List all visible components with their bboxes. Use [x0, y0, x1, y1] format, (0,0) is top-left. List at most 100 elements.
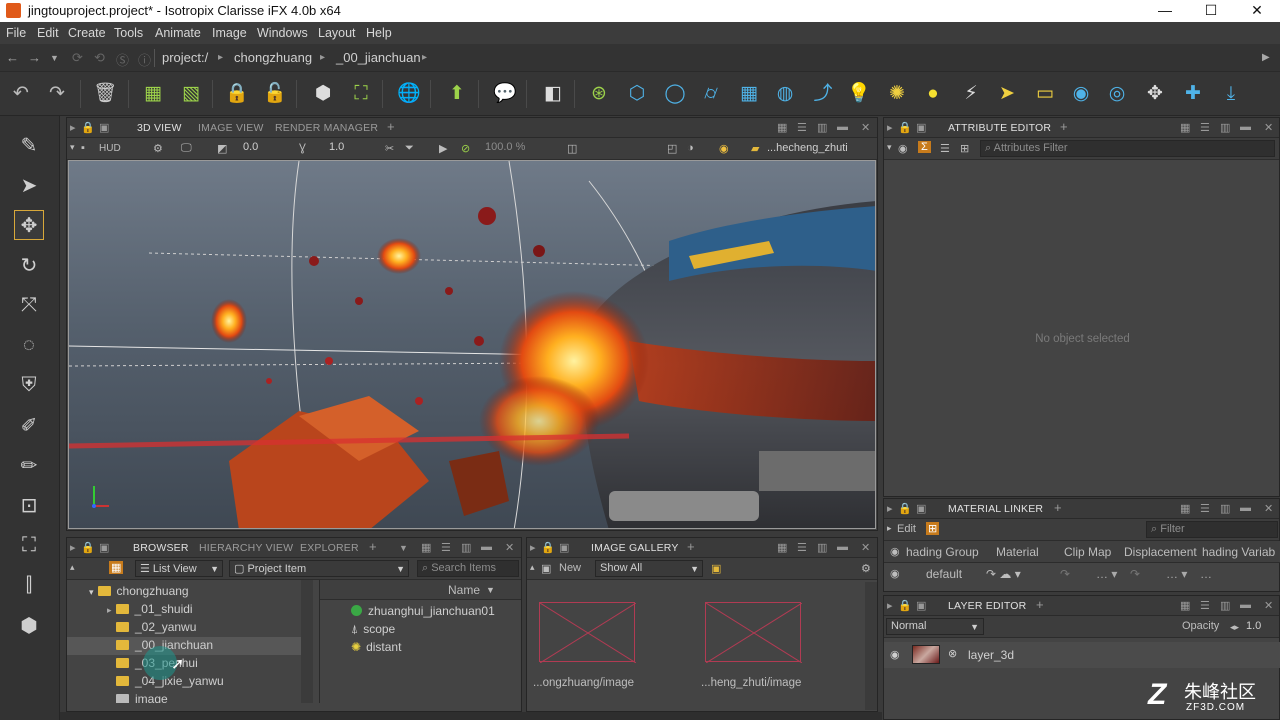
cube-icon[interactable]: ⬢	[310, 81, 336, 107]
hud-label[interactable]: HUD	[99, 143, 121, 154]
panel-close-icon[interactable]: ✕	[1264, 121, 1273, 134]
panel-menu-icon[interactable]: ▸	[887, 502, 893, 515]
eyedropper-icon[interactable]: ✎	[14, 130, 44, 160]
panel-close-icon[interactable]: ✕	[505, 541, 514, 554]
add-tab-button[interactable]: +	[387, 119, 395, 134]
skylight-icon[interactable]: ◎	[1104, 81, 1130, 107]
panel-close-icon[interactable]: ✕	[1264, 599, 1273, 612]
sort-chevron-icon[interactable]: ▼	[486, 585, 495, 595]
tab-3d-view[interactable]: 3D VIEW	[137, 122, 182, 134]
select-arrow-icon[interactable]: ➤	[14, 170, 44, 200]
panel-menu-icon[interactable]: ▸	[887, 599, 893, 612]
ungroup-icon[interactable]: ▧	[178, 81, 204, 107]
breadcrumb-chongzhuang[interactable]: chongzhuang	[234, 50, 312, 65]
box-primitive-icon[interactable]: ⬡	[624, 81, 650, 107]
comment-icon[interactable]: 💬	[492, 81, 518, 107]
group-icon[interactable]: ▦	[140, 81, 166, 107]
column-shading-variable[interactable]: hading Variab	[1202, 545, 1275, 559]
layout-maximize-icon[interactable]: ▬	[837, 541, 848, 553]
visibility-icon[interactable]: ◉	[898, 142, 908, 155]
new-image-icon[interactable]: ▣	[541, 562, 551, 575]
blend-mode-select[interactable]: Normal ▼	[886, 618, 984, 635]
layout-columns-icon[interactable]: ▥	[1220, 599, 1230, 612]
layout-columns-icon[interactable]: ▥	[817, 541, 827, 554]
snapshot-icon[interactable]: ◫	[567, 142, 577, 155]
material-link-icon[interactable]: ↷ ☁ ▾	[986, 567, 1021, 581]
layout-columns-icon[interactable]: ▥	[461, 541, 471, 554]
disable-icon[interactable]: ⊘	[461, 142, 470, 155]
stamp-tool-icon[interactable]: ⛨	[14, 370, 44, 400]
linker-menu-icon[interactable]: ▸	[887, 523, 892, 534]
menu-edit[interactable]: Edit	[37, 26, 59, 40]
displacement-link-icon[interactable]: ↷	[1130, 567, 1140, 581]
layout-maximize-icon[interactable]: ▬	[1240, 599, 1251, 611]
add-tab-button[interactable]: +	[1036, 597, 1044, 612]
browser-context-icon[interactable]: ▦	[109, 561, 124, 574]
column-shading-group[interactable]: hading Group	[906, 545, 979, 559]
add-tab-button[interactable]: +	[687, 539, 695, 554]
fit-view-icon[interactable]: ⛶	[14, 530, 44, 560]
gallery-thumbnail[interactable]	[539, 602, 636, 663]
view-mode-select[interactable]: ☰ List View ▼	[135, 560, 223, 577]
panel-lock-icon[interactable]: 🔒	[81, 121, 95, 134]
curve-icon[interactable]: ⤴	[810, 81, 836, 107]
layout-rows-icon[interactable]: ☰	[797, 121, 807, 134]
move-icon[interactable]: ✥	[1142, 81, 1168, 107]
unlock-icon[interactable]: 🔓	[262, 81, 288, 107]
layout-columns-icon[interactable]: ▥	[1220, 121, 1230, 134]
layout-rows-icon[interactable]: ☰	[1200, 502, 1210, 515]
panel-context-icon[interactable]: ▣	[916, 599, 926, 612]
combiner-icon[interactable]: ◧	[540, 81, 566, 107]
clip-map-link-icon[interactable]: ↷	[1060, 567, 1070, 581]
sigma-icon[interactable]: Σ	[918, 141, 931, 153]
undo-icon[interactable]: ↶	[8, 81, 34, 107]
breadcrumb-project[interactable]: project:/	[162, 50, 208, 65]
panel-menu-icon[interactable]: ▸	[530, 541, 536, 554]
context-folder-icon[interactable]: ▰	[751, 142, 759, 155]
sphere-primitive-icon[interactable]: ◯	[662, 81, 688, 107]
search-items-input[interactable]: ⌕ Search Items	[417, 560, 519, 577]
layout-maximize-icon[interactable]: ▬	[1240, 502, 1251, 514]
display-mode-icon[interactable]: ⚙	[153, 142, 163, 155]
opacity-slider-icon[interactable]: ◂▸	[1230, 622, 1239, 633]
edit-menu[interactable]: Edit	[897, 523, 916, 535]
environment-light-icon[interactable]: ◉	[1068, 81, 1094, 107]
gallery-thumbnail[interactable]	[705, 602, 802, 663]
tab-hierarchy-view[interactable]: HIERARCHY VIEW	[199, 542, 293, 554]
sun-light-icon[interactable]: ✺	[884, 81, 910, 107]
shading-icon[interactable]: ◑	[687, 142, 694, 154]
grid-primitive-icon[interactable]: ▦	[736, 81, 762, 107]
lock-icon[interactable]: 🔒	[224, 81, 250, 107]
gallery-settings-icon[interactable]: ⚙	[861, 562, 871, 575]
list-icon[interactable]: ☰	[940, 142, 950, 155]
3d-viewport[interactable]	[68, 160, 876, 529]
panel-lock-icon[interactable]: 🔒	[898, 502, 912, 515]
clip-map-dropdown[interactable]: … ▾	[1096, 567, 1117, 581]
locator-icon[interactable]: ✚	[1180, 81, 1206, 107]
layout-grid-icon[interactable]: ▦	[777, 121, 787, 134]
panel-context-icon[interactable]: ▣	[99, 121, 109, 134]
layout-grid-icon[interactable]: ▦	[1180, 502, 1190, 515]
history-dropdown-icon[interactable]: ▼	[50, 53, 59, 63]
column-clip-map[interactable]: Clip Map	[1064, 545, 1111, 559]
item-type-select[interactable]: ▢ Project Item ▼	[229, 560, 409, 577]
panel-lock-icon[interactable]: 🔒	[81, 541, 95, 554]
forward-arrow-icon[interactable]: →	[28, 50, 41, 65]
material-filter-input[interactable]: ⌕ Filter	[1146, 521, 1278, 538]
zoom-field[interactable]: 100.0 %	[481, 140, 561, 157]
list-item[interactable]: ✺ distant	[351, 640, 401, 654]
sync-icon[interactable]: ⟲	[94, 50, 105, 66]
layout-maximize-icon[interactable]: ▬	[481, 541, 492, 553]
exposure-icon[interactable]: ◩	[217, 142, 227, 155]
gamma-icon[interactable]: Ɣ	[299, 142, 306, 154]
chevron-down-icon[interactable]: ▾	[89, 587, 94, 597]
spot-light-icon[interactable]: ⚡	[958, 81, 984, 107]
name-column-header[interactable]: Name	[448, 583, 480, 597]
menu-windows[interactable]: Windows	[257, 26, 308, 40]
camera-context[interactable]: ...hecheng_zhuti	[767, 142, 848, 154]
panel-menu-icon[interactable]: ▸	[887, 121, 893, 134]
panel-context-icon[interactable]: ▣	[559, 541, 569, 554]
transform-icon[interactable]: ⛶	[348, 81, 374, 107]
scale-tool-icon[interactable]: ⤧	[14, 290, 44, 320]
globe-import-icon[interactable]: 🌐	[396, 81, 422, 107]
